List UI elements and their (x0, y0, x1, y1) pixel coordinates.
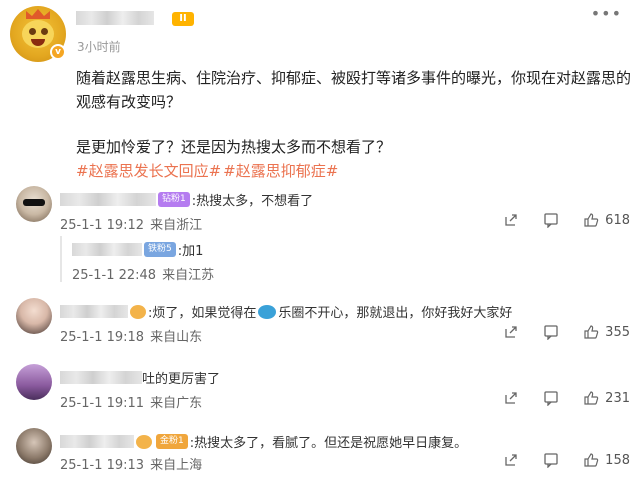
commenter-name-blurred[interactable] (60, 193, 156, 206)
comment-icon[interactable] (543, 390, 559, 407)
hashtag-link[interactable]: #赵露思发长文回应# (76, 162, 221, 180)
comment-meta: 25-1-1 19:11 来自广东 (60, 392, 202, 411)
commenter-avatar[interactable] (16, 298, 52, 334)
commenter-avatar[interactable] (16, 364, 52, 400)
reply-text: :加1 (177, 244, 204, 259)
crown-decoration (26, 9, 50, 19)
comment-actions: 618 (479, 212, 630, 229)
reply-text-line: 铁粉5 :加1 (72, 240, 203, 259)
comment-icon[interactable] (543, 452, 559, 469)
comment-meta: 25-1-1 19:18 来自山东 (60, 326, 202, 345)
comment-actions: 355 (479, 324, 630, 341)
reply-location: 来自江苏 (162, 268, 215, 283)
replier-name-blurred[interactable] (72, 243, 142, 256)
comment-icon[interactable] (543, 212, 559, 229)
hashtag-link[interactable]: #赵露思抑郁症# (223, 162, 338, 180)
post-time: 3小时前 (77, 40, 121, 54)
like-icon[interactable] (583, 452, 599, 468)
comment-date: 25-1-1 19:13 (60, 458, 145, 473)
fan-badge: 钻粉1 (158, 192, 190, 207)
like-count: 618 (605, 212, 630, 228)
comment-actions: 231 (479, 390, 630, 407)
commenter-avatar[interactable] (16, 428, 52, 464)
comment-location: 来自广东 (150, 396, 203, 411)
like-icon[interactable] (583, 212, 599, 228)
comment-location: 来自上海 (150, 458, 203, 473)
post-paragraph-1: 随着赵露思生病、住院治疗、抑郁症、被殴打等诸多事件的曝光，你现在对赵露思的观感有… (76, 69, 632, 111)
reply-item: 铁粉5 :加1 25-1-1 22:48 来自江苏 (60, 236, 632, 283)
share-icon[interactable] (503, 390, 519, 406)
commenter-name-blurred[interactable] (60, 435, 134, 448)
sunglasses-icon (23, 199, 45, 206)
comment-date: 25-1-1 19:11 (60, 396, 145, 411)
level-badge: II (172, 12, 194, 26)
fan-emoji-icon (130, 304, 146, 319)
comment-location: 来自山东 (150, 330, 203, 345)
reply-date: 25-1-1 22:48 (72, 268, 157, 283)
like-count: 231 (605, 390, 630, 406)
commenter-name-blurred[interactable] (60, 305, 128, 318)
post-paragraph-2: 是更加怜爱了？还是因为热搜太多而不想看了？ (76, 138, 392, 156)
fan-badge: 金粉1 (156, 434, 188, 449)
like-icon[interactable] (583, 390, 599, 406)
fan-emoji-icon (136, 434, 152, 449)
comment-text: :热搜太多，不想看了 (191, 194, 314, 209)
comment-text-line: :烦了，如果觉得在 乐圈不开心，那就退出，你好我好大家好 (60, 302, 512, 321)
comment-text-part2: 乐圈不开心，那就退出，你好我好大家好 (278, 306, 513, 321)
like-icon[interactable] (583, 324, 599, 340)
share-icon[interactable] (503, 452, 519, 468)
hashtag-row: #赵露思发长文回应# #赵露思抑郁症# (76, 160, 340, 181)
comment-text-line: 钻粉1 :热搜太多，不想看了 (60, 190, 313, 209)
comment-text: :热搜太多了，看腻了。但还是祝愿她早日康复。 (189, 436, 468, 451)
comment-meta: 25-1-1 19:13 来自上海 (60, 454, 202, 473)
more-icon[interactable]: ••• (591, 4, 622, 23)
reply-meta: 25-1-1 22:48 来自江苏 (72, 264, 214, 283)
comment-date: 25-1-1 19:18 (60, 330, 145, 345)
fan-badge: 铁粉5 (144, 242, 176, 257)
fish-emoji-icon (258, 304, 277, 319)
comment-text-line: 金粉1 :热搜太多了，看腻了。但还是祝愿她早日康复。 (60, 432, 467, 451)
commenter-avatar[interactable] (16, 186, 52, 222)
share-icon[interactable] (503, 212, 519, 228)
post-author-name-blurred[interactable] (76, 10, 154, 25)
like-count: 355 (605, 324, 630, 340)
comment-icon[interactable] (543, 324, 559, 341)
comment-date: 25-1-1 19:12 (60, 218, 145, 233)
vip-badge-icon: v (50, 44, 66, 60)
comment-text-part1: :烦了，如果觉得在 (148, 306, 257, 321)
comment-text-line: 吐的更厉害了 (60, 368, 220, 387)
comment-location: 来自浙江 (150, 218, 203, 233)
like-count: 158 (605, 452, 630, 468)
share-icon[interactable] (503, 324, 519, 340)
comment-meta: 25-1-1 19:12 来自浙江 (60, 214, 202, 233)
comment-text: 吐的更厉害了 (142, 372, 221, 387)
commenter-name-blurred[interactable] (60, 371, 142, 384)
comment-actions: 158 (479, 452, 630, 469)
